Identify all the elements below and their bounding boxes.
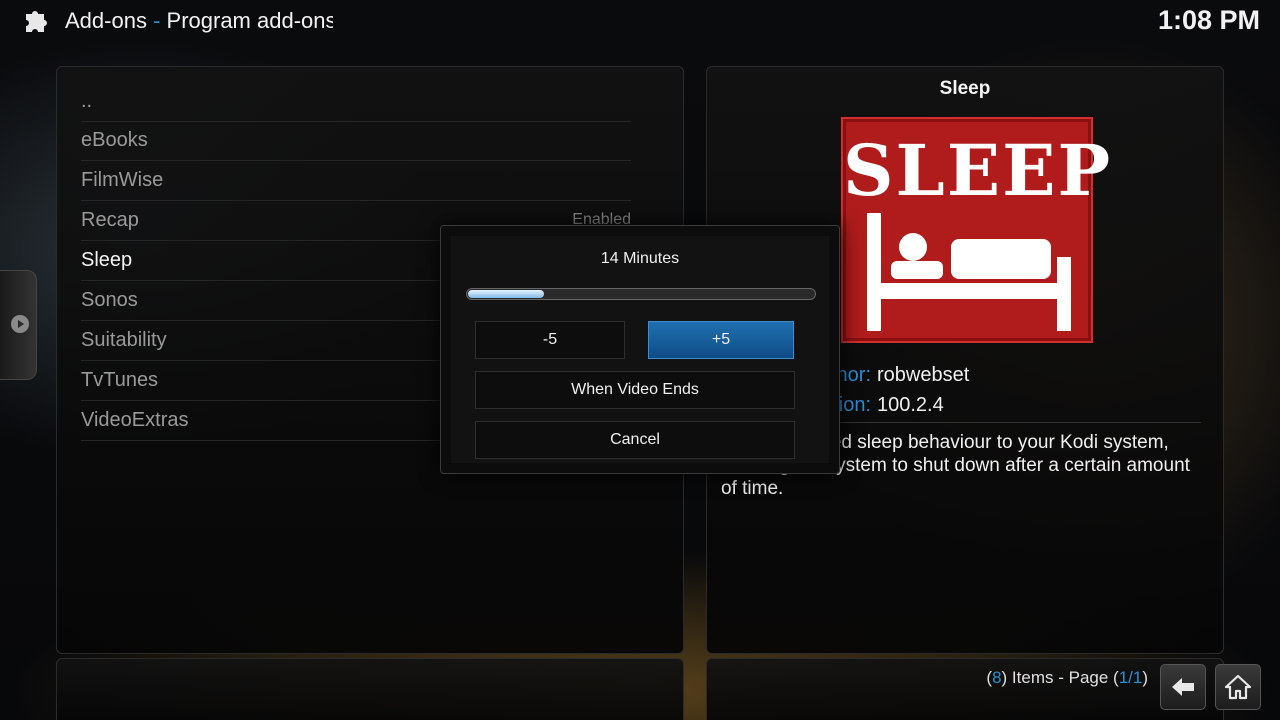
- home-button[interactable]: [1215, 664, 1261, 710]
- addon-logo: SLEEP: [841, 117, 1113, 343]
- header-section: Add-ons: [65, 8, 147, 33]
- item-count: 8: [992, 668, 1002, 687]
- list-item-parent[interactable]: ..: [81, 81, 631, 122]
- list-item-label: Recap: [81, 209, 139, 231]
- bed-icon: [867, 213, 1071, 331]
- list-item-ebooks[interactable]: eBooks: [81, 120, 631, 161]
- version-value: 100.2.4: [877, 394, 944, 416]
- count-suffix: ) Items - Page (: [1001, 668, 1119, 687]
- minus-five-button[interactable]: -5: [475, 321, 625, 359]
- when-video-ends-button[interactable]: When Video Ends: [475, 371, 795, 409]
- clock: 1:08 PM: [1157, 5, 1260, 35]
- timer-progress-bar: [466, 288, 816, 300]
- sleep-timer-dialog: 14 Minutes -5 +5 When Video Ends Cancel: [440, 225, 840, 474]
- addon-title: Sleep: [939, 78, 991, 99]
- list-item-label: Sonos: [81, 289, 138, 311]
- back-button[interactable]: [1160, 664, 1206, 710]
- dialog-title: 14 Minutes: [600, 250, 680, 267]
- home-icon: [1224, 674, 1252, 700]
- list-item-label: FilmWise: [81, 169, 164, 191]
- header-subtitle: Program add-ons: [166, 8, 333, 33]
- side-menu-tab[interactable]: [0, 270, 37, 380]
- progress-fill: [468, 290, 544, 298]
- author-value: robwebset: [877, 364, 970, 386]
- plus-five-button[interactable]: +5: [648, 321, 794, 359]
- back-arrow-icon: [1172, 678, 1194, 696]
- page-suffix: ): [1142, 668, 1148, 687]
- footer-left-bar: [56, 658, 684, 720]
- list-item-label: VideoExtras: [81, 409, 189, 431]
- list-item-label: Sleep: [81, 249, 133, 271]
- page-number: 1/1: [1118, 668, 1143, 687]
- list-item-label: TvTunes: [81, 369, 159, 391]
- list-item-filmwise[interactable]: FilmWise: [81, 160, 631, 201]
- list-item-label: ..: [81, 90, 93, 112]
- cancel-button[interactable]: Cancel: [475, 421, 795, 459]
- items-page-count: (8) Items - Page (1/1): [986, 668, 1148, 688]
- list-item-label: eBooks: [81, 129, 148, 151]
- logo-text: SLEEP: [843, 129, 1113, 212]
- header-separator: -: [146, 8, 167, 33]
- chevron-right-icon: [11, 315, 29, 333]
- list-item-label: Suitability: [81, 329, 167, 351]
- puzzle-piece-icon: [26, 11, 47, 32]
- page-title: Add-ons - Program add-ons: [65, 8, 333, 34]
